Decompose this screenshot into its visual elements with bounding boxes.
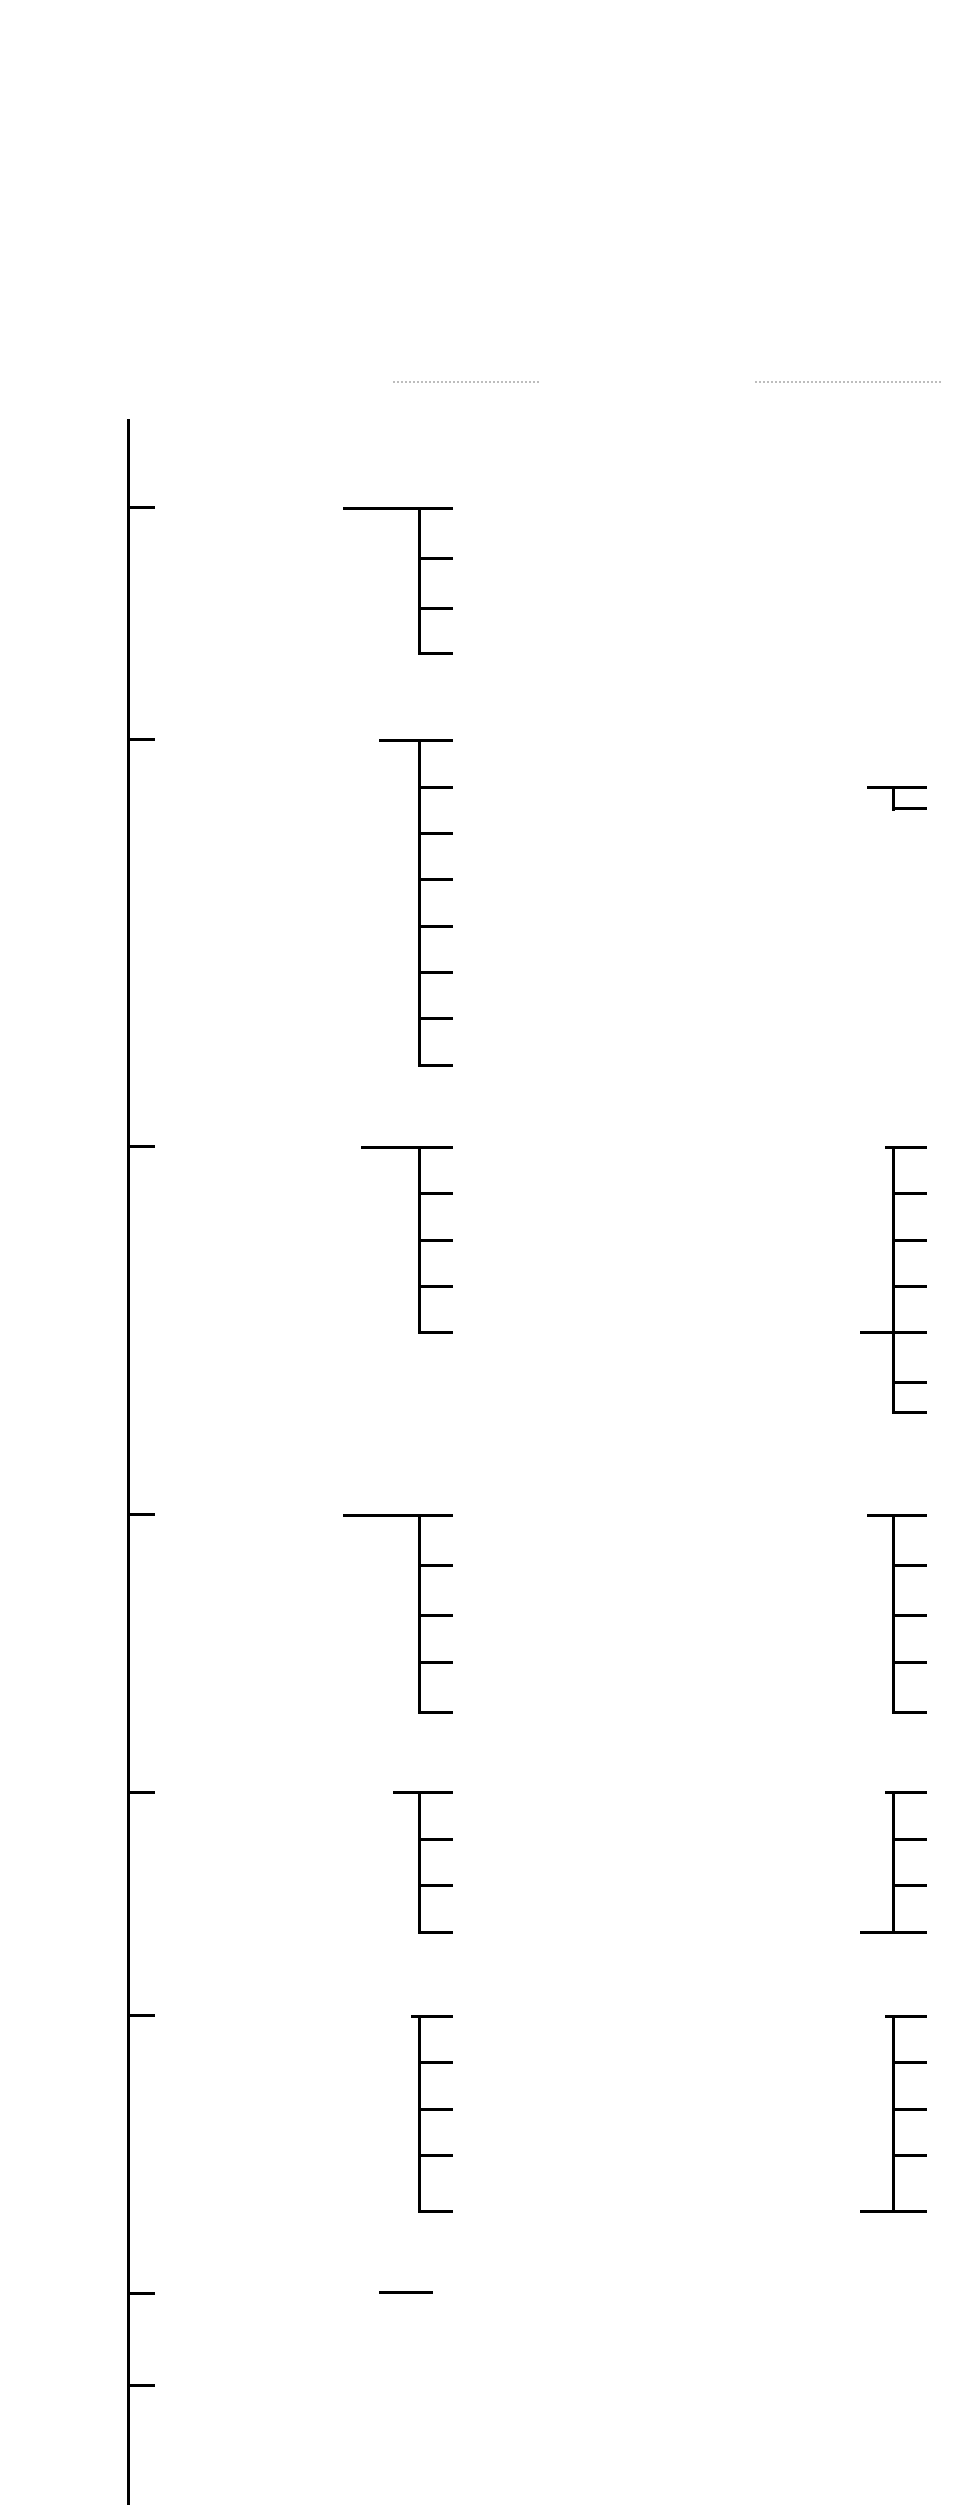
col2-bracket-rung	[892, 2154, 927, 2157]
col2-bracket-rung	[892, 1192, 927, 1195]
col2-bracket-rung	[892, 2108, 927, 2111]
page-root: { "layout": { "dotted_rules": [ { "x": 3…	[0, 0, 954, 2313]
col1-bracket-top	[379, 2291, 433, 2294]
col1-bracket-rung	[418, 1239, 453, 1242]
col1-bracket-rung	[418, 1564, 453, 1567]
col1-bracket-rung	[418, 1931, 453, 1934]
col1-bracket-top	[361, 1146, 453, 1149]
axis-tick	[127, 2292, 155, 2295]
col2-bracket-rung	[892, 1711, 927, 1714]
axis-tick	[127, 2014, 155, 2017]
dotted-rule	[393, 381, 539, 383]
col1-bracket-rung	[418, 2061, 453, 2064]
col1-bracket-rung	[418, 971, 453, 974]
col2-bracket-rung	[892, 1564, 927, 1567]
col2-bracket-stem	[892, 2015, 895, 2211]
col2-bracket-stem	[892, 1146, 895, 1411]
col1-bracket-rung	[418, 607, 453, 610]
col2-bracket-rung	[892, 1614, 927, 1617]
col2-bracket-rung	[892, 1381, 927, 1384]
col1-bracket-rung	[418, 786, 453, 789]
axis-tick	[127, 1791, 155, 1794]
col1-bracket-top	[393, 1791, 453, 1794]
col2-bracket-rung	[892, 2061, 927, 2064]
col1-bracket-rung	[418, 1884, 453, 1887]
col1-bracket-rung	[418, 1017, 453, 1020]
axis-tick	[127, 1513, 155, 1516]
col1-bracket-rung	[418, 1614, 453, 1617]
col1-bracket-rung	[418, 1331, 453, 1334]
col2-bracket-rung	[860, 1331, 927, 1334]
col1-bracket-rung	[418, 2108, 453, 2111]
col2-bracket-rung	[860, 2210, 927, 2213]
col1-bracket-rung	[418, 1064, 453, 1067]
col1-bracket-rung	[418, 1661, 453, 1664]
axis-tick	[127, 1145, 155, 1148]
axis-tick	[127, 2384, 155, 2387]
col2-bracket-top	[867, 1514, 927, 1517]
col1-bracket-stem	[418, 1791, 421, 1931]
left-axis	[127, 419, 130, 2505]
col2-bracket-stem	[892, 1514, 895, 1711]
col1-bracket-stem	[418, 507, 421, 652]
col1-bracket-rung	[418, 878, 453, 881]
col1-bracket-rung	[418, 925, 453, 928]
col1-bracket-top	[343, 1514, 453, 1517]
col2-bracket-rung	[892, 1239, 927, 1242]
col1-bracket-rung	[418, 557, 453, 560]
col1-bracket-rung	[418, 2154, 453, 2157]
col2-bracket-rung	[892, 1661, 927, 1664]
col1-bracket-rung	[418, 1192, 453, 1195]
col2-bracket-rung	[860, 1931, 927, 1934]
col1-bracket-top	[379, 739, 453, 742]
col1-bracket-rung	[418, 652, 453, 655]
col2-bracket-stem	[892, 1791, 895, 1932]
col1-bracket-rung	[418, 1838, 453, 1841]
col1-bracket-stem	[418, 1514, 421, 1711]
dotted-rule	[755, 381, 941, 383]
col1-bracket-stem	[418, 2015, 421, 2210]
col2-bracket-rung	[892, 807, 927, 810]
col1-bracket-rung	[418, 2210, 453, 2213]
axis-tick	[127, 738, 155, 741]
col1-bracket-rung	[418, 832, 453, 835]
axis-tick	[127, 506, 155, 509]
col2-bracket-rung	[892, 1285, 927, 1288]
col1-bracket-rung	[418, 1285, 453, 1288]
col2-bracket-rung	[892, 1884, 927, 1887]
col1-bracket-rung	[418, 1711, 453, 1714]
col1-bracket-top	[343, 507, 453, 510]
col2-bracket-rung	[892, 1838, 927, 1841]
col2-bracket-rung	[892, 1411, 927, 1414]
col2-bracket-top	[867, 786, 927, 789]
